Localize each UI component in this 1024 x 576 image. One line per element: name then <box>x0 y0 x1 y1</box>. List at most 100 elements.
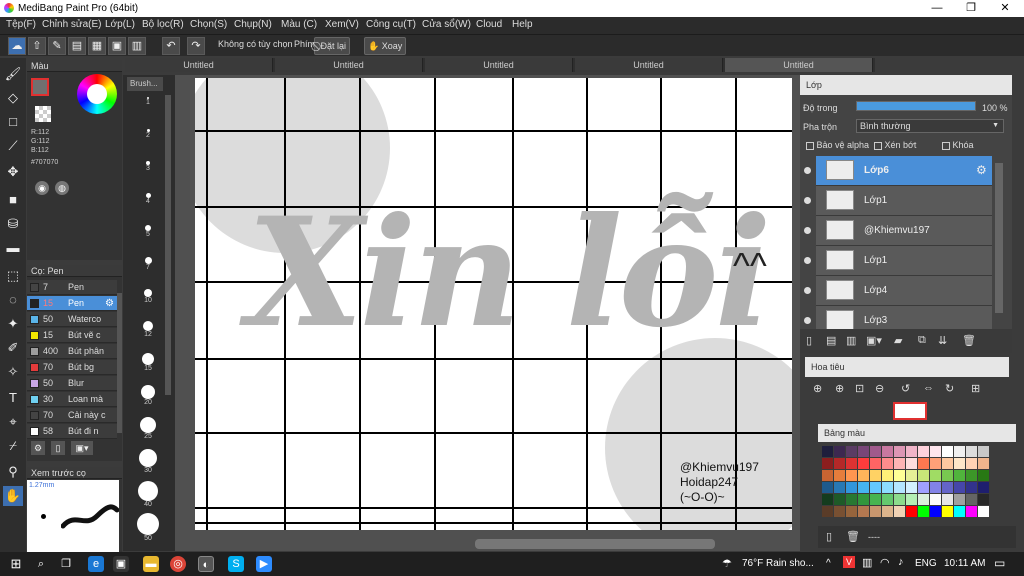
reset-view-icon[interactable]: ⊞ <box>971 382 980 395</box>
palette-swatch[interactable] <box>942 458 953 469</box>
palette-delete-icon[interactable]: 🗑 <box>846 530 860 543</box>
palette-icon[interactable]: ◉ <box>35 181 49 195</box>
layer-row[interactable]: Lớp1 <box>804 246 992 276</box>
redo-icon[interactable]: ↷ <box>187 37 205 55</box>
size-scrollbar[interactable] <box>165 95 171 395</box>
horizontal-scrollbar[interactable] <box>475 539 715 549</box>
lasso-tool-icon[interactable]: ◌ <box>3 290 23 310</box>
magic-wand-icon[interactable]: ✦ <box>3 314 23 334</box>
palette-swatch[interactable] <box>894 458 905 469</box>
rotate-right-icon[interactable]: ↻ <box>945 382 954 395</box>
tab-untitled-3[interactable]: Untitled <box>425 58 573 72</box>
palette-swatch[interactable] <box>846 446 857 457</box>
add-layer-menu-icon[interactable]: ▣▾ <box>866 334 882 347</box>
palette-swatch[interactable] <box>930 446 941 457</box>
brush-item[interactable]: 15 Pen ⚙ <box>27 296 117 311</box>
bucket-tool-icon[interactable]: ⛁ <box>3 214 23 234</box>
brush-item[interactable]: 50 Blur <box>27 376 117 391</box>
palette-swatch[interactable] <box>966 506 977 517</box>
tray-app-icon[interactable]: V <box>843 556 855 568</box>
protect-alpha-checkbox[interactable]: Bảo vệ alpha <box>806 140 869 150</box>
palette-swatch[interactable] <box>942 470 953 481</box>
palette-swatch[interactable] <box>882 506 893 517</box>
tab-untitled-4[interactable]: Untitled <box>575 58 723 72</box>
menu-file[interactable]: Tệp(F) <box>6 19 36 30</box>
search-icon[interactable]: ⌕ <box>33 556 49 572</box>
palette-swatch[interactable] <box>822 458 833 469</box>
operation-tool-icon[interactable]: ⌖ <box>3 412 23 432</box>
palette-swatch[interactable] <box>954 458 965 469</box>
brush-size-option[interactable]: 10 <box>133 289 163 304</box>
menu-cloud[interactable]: Cloud <box>476 19 502 30</box>
palette-swatch[interactable] <box>870 446 881 457</box>
palette-swatch[interactable] <box>882 446 893 457</box>
palette-swatch[interactable] <box>918 506 929 517</box>
network-icon[interactable]: ▥ <box>862 556 872 569</box>
layout-icon[interactable]: ▣ <box>108 37 126 55</box>
menu-tools[interactable]: Công cụ(T) <box>366 19 416 30</box>
tab-untitled-1[interactable]: Untitled <box>125 58 273 72</box>
palette-swatch[interactable] <box>930 482 941 493</box>
palette-swatch[interactable] <box>978 494 989 505</box>
palette-swatch[interactable] <box>834 446 845 457</box>
palette-swatch[interactable] <box>858 458 869 469</box>
palette-swatch[interactable] <box>846 458 857 469</box>
layer-row[interactable]: @Khiemvu197 <box>804 216 992 246</box>
brush-size-option[interactable]: 4 <box>133 193 163 205</box>
language-indicator[interactable]: ENG <box>915 558 937 569</box>
grid-icon[interactable]: ▥ <box>128 37 146 55</box>
palette-swatch[interactable] <box>834 470 845 481</box>
brush-size-option[interactable]: 25 <box>133 417 163 440</box>
tab-untitled-2[interactable]: Untitled <box>275 58 423 72</box>
menu-capture[interactable]: Chụp(N) <box>234 19 272 30</box>
cloud-icon[interactable]: ☁ <box>8 37 26 55</box>
task-view-icon[interactable]: ❐ <box>58 556 74 572</box>
palette-swatch[interactable] <box>870 494 881 505</box>
palette-swatch[interactable] <box>834 458 845 469</box>
color-settings-icon[interactable]: ◍ <box>55 181 69 195</box>
palette-swatch[interactable] <box>918 446 929 457</box>
wifi-icon[interactable]: ◠ <box>880 556 890 569</box>
palette-swatch[interactable] <box>942 506 953 517</box>
file-explorer-icon[interactable]: ▬ <box>143 556 159 572</box>
brush-item[interactable]: 400 Bút phân <box>27 344 117 359</box>
drawing-canvas[interactable]: Xin lỗi ^^ @Khiemvu197 Hoidap247 (~O-O)~ <box>195 78 792 530</box>
visibility-icon[interactable] <box>804 287 811 294</box>
reset-button[interactable]: ⃠ Đặt lại <box>314 37 351 55</box>
palette-swatch[interactable] <box>966 494 977 505</box>
palette-swatch[interactable] <box>822 470 833 481</box>
brush-item[interactable]: 58 Bút đi n <box>27 424 117 439</box>
palette-swatch[interactable] <box>882 482 893 493</box>
rotate-button[interactable]: ✋ Xoay <box>364 37 407 55</box>
windows-start-icon[interactable]: ⊞ <box>8 556 24 572</box>
brush-scrollbar[interactable] <box>117 293 122 433</box>
select-tool-icon[interactable]: ⬚ <box>3 266 23 286</box>
palette-swatch[interactable] <box>918 482 929 493</box>
visibility-icon[interactable] <box>804 257 811 264</box>
select-eraser-icon[interactable]: ✧ <box>3 362 23 382</box>
minimize-button[interactable]: — <box>920 0 954 17</box>
brush-item[interactable]: 7 Pen <box>27 280 117 295</box>
background-color-swatch[interactable] <box>35 106 51 122</box>
zoom-in-icon[interactable]: ⊕ <box>813 382 822 395</box>
palette-swatch[interactable] <box>858 506 869 517</box>
palette-swatch[interactable] <box>894 482 905 493</box>
brush-size-option[interactable]: 50 <box>133 513 163 542</box>
palette-swatch[interactable] <box>870 470 881 481</box>
menu-help[interactable]: Help <box>512 19 533 30</box>
comment-icon[interactable]: ✎ <box>48 37 66 55</box>
skype-icon[interactable]: S <box>228 556 244 572</box>
dropper-icon[interactable]: ⚲ <box>3 462 23 482</box>
palette-swatch[interactable] <box>858 470 869 481</box>
layer-row[interactable]: Lớp1 <box>804 186 992 216</box>
eraser-tool-icon[interactable]: ◇ <box>3 88 23 108</box>
notification-icon[interactable]: ▭ <box>994 556 1005 570</box>
palette-swatch[interactable] <box>822 446 833 457</box>
palette-swatch[interactable] <box>978 470 989 481</box>
select-pen-icon[interactable]: ✐ <box>3 338 23 358</box>
palette-swatch[interactable] <box>918 458 929 469</box>
layer-row[interactable]: Lớp4 <box>804 276 992 306</box>
palette-swatch[interactable] <box>870 506 881 517</box>
palette-swatch[interactable] <box>870 482 881 493</box>
brush-size-option[interactable]: 5 <box>133 225 163 238</box>
